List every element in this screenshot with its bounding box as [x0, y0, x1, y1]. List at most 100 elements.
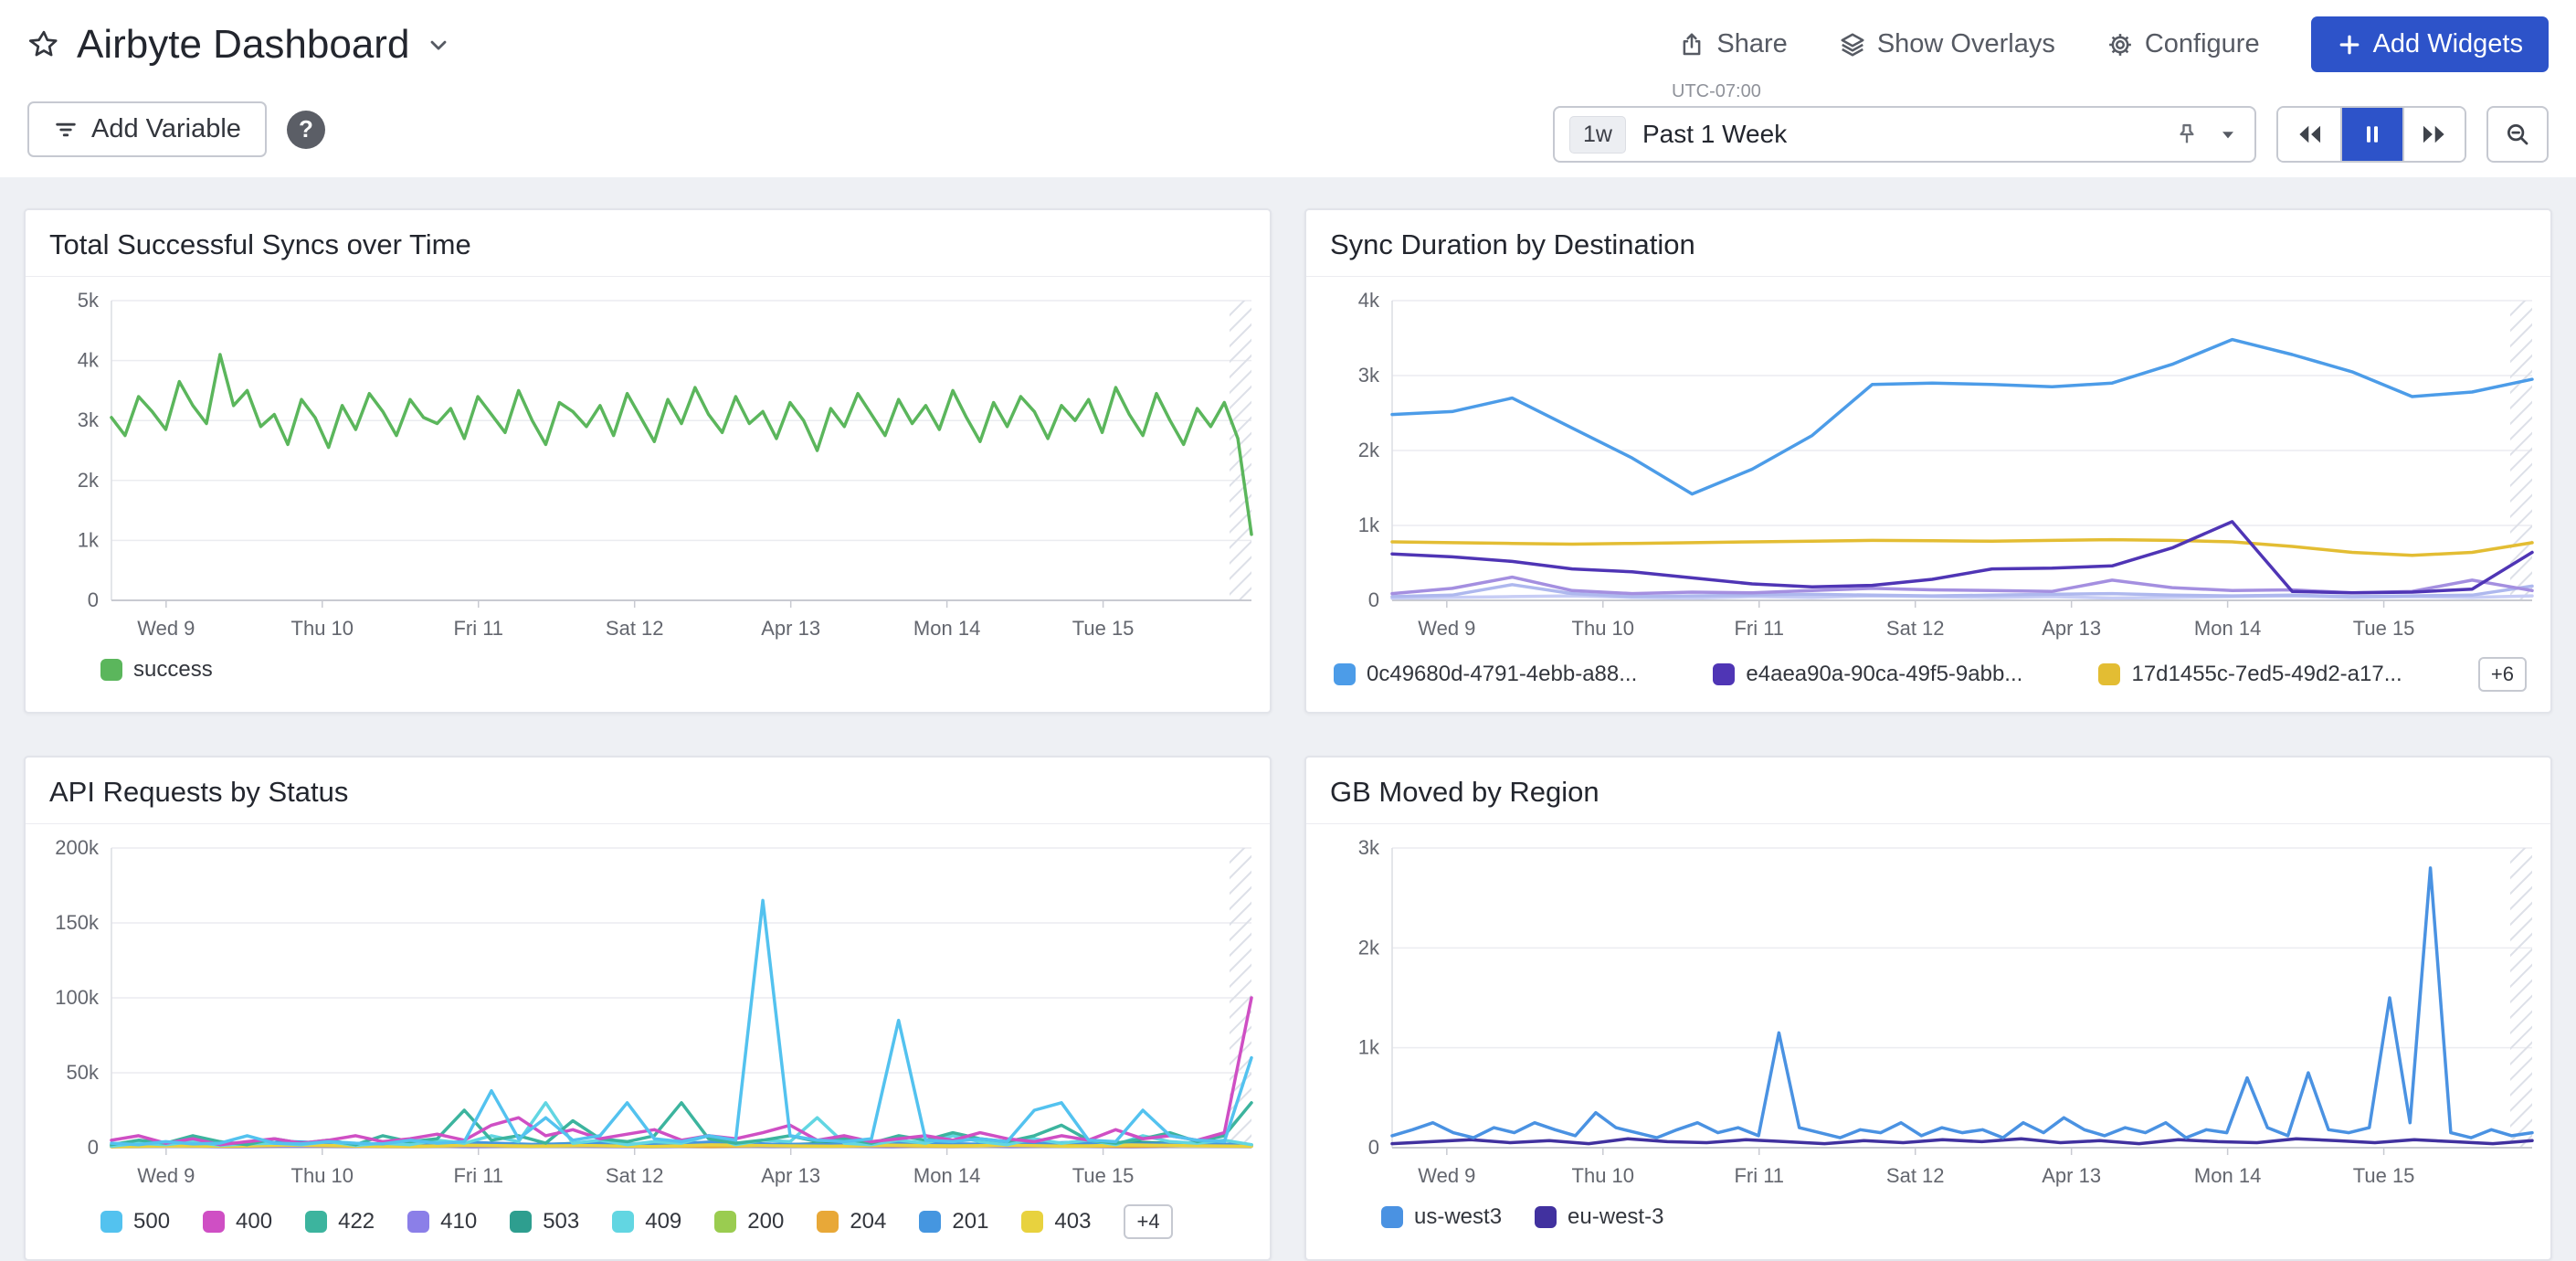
share-button[interactable]: Share: [1678, 29, 1787, 59]
legend-label: 500: [133, 1209, 170, 1235]
gear-icon: [2106, 31, 2134, 58]
chart-api-requests-by-status[interactable]: 050k100k150k200kWed 9Thu 10Fri 11Sat 12A…: [33, 833, 1257, 1192]
svg-text:Fri 11: Fri 11: [453, 1164, 503, 1187]
legend-label: 422: [338, 1209, 375, 1235]
add-variable-button[interactable]: Add Variable: [27, 101, 267, 157]
widget-title: Sync Duration by Destination: [1306, 210, 2550, 277]
legend-swatch: [100, 659, 122, 681]
legend-label: 410: [440, 1209, 477, 1235]
legend-label: 200: [747, 1209, 784, 1235]
svg-text:4k: 4k: [78, 349, 100, 372]
chart-svg: 01k2k3kWed 9Thu 10Fri 11Sat 12Apr 13Mon …: [1314, 833, 2538, 1192]
time-backward-button[interactable]: [2278, 108, 2340, 161]
page-title: Airbyte Dashboard: [77, 22, 409, 68]
legend-item[interactable]: eu-west-3: [1535, 1204, 1663, 1230]
legend-item[interactable]: 17d1455c-7ed5-49d2-a17...: [2098, 662, 2402, 687]
legend-label: 503: [543, 1209, 579, 1235]
svg-text:150k: 150k: [55, 911, 100, 934]
time-nav-group: [2276, 106, 2466, 163]
svg-text:0: 0: [88, 1136, 99, 1159]
svg-text:Fri 11: Fri 11: [453, 617, 503, 640]
chart-svg: 01k2k3k4kWed 9Thu 10Fri 11Sat 12Apr 13Mo…: [1314, 286, 2538, 644]
legend-label: success: [133, 657, 213, 683]
svg-text:2k: 2k: [1358, 439, 1380, 461]
legend-swatch: [1713, 663, 1735, 685]
legend-label: 201: [952, 1209, 988, 1235]
legend-overflow-badge[interactable]: +4: [1124, 1204, 1172, 1239]
star-icon[interactable]: [27, 28, 60, 61]
legend-item[interactable]: 403: [1021, 1209, 1091, 1235]
legend-label: 0c49680d-4791-4ebb-a88...: [1367, 662, 1637, 687]
legend-item[interactable]: 422: [305, 1209, 375, 1235]
svg-text:Thu 10: Thu 10: [1572, 617, 1635, 640]
fast-forward-icon: [2419, 119, 2450, 150]
chart-sync-duration-by-destination[interactable]: 01k2k3k4kWed 9Thu 10Fri 11Sat 12Apr 13Mo…: [1314, 286, 2538, 644]
configure-label: Configure: [2145, 29, 2260, 59]
svg-text:5k: 5k: [78, 289, 100, 312]
show-overlays-button[interactable]: Show Overlays: [1839, 29, 2055, 59]
widget-title: Total Successful Syncs over Time: [26, 210, 1270, 277]
time-range-badge[interactable]: 1w: [1569, 116, 1626, 154]
legend-item[interactable]: 500: [100, 1209, 170, 1235]
add-widgets-button[interactable]: Add Widgets: [2311, 16, 2549, 72]
legend-swatch: [510, 1211, 532, 1233]
svg-text:100k: 100k: [55, 986, 100, 1009]
legend-item[interactable]: 400: [203, 1209, 272, 1235]
time-range-label: Past 1 Week: [1642, 120, 2158, 149]
legend-item[interactable]: 0c49680d-4791-4ebb-a88...: [1334, 662, 1637, 687]
svg-text:4k: 4k: [1358, 289, 1380, 312]
svg-text:Sat 12: Sat 12: [606, 617, 664, 640]
legend-swatch: [1021, 1211, 1043, 1233]
svg-text:1k: 1k: [1358, 1036, 1380, 1059]
chevron-down-icon[interactable]: [426, 32, 451, 58]
svg-text:Tue 15: Tue 15: [2353, 1164, 2415, 1187]
chart-legend: us-west3 eu-west-3: [1306, 1192, 2550, 1250]
svg-text:0: 0: [1368, 1136, 1379, 1159]
svg-text:Wed 9: Wed 9: [137, 1164, 195, 1187]
legend-label: 17d1455c-7ed5-49d2-a17...: [2131, 662, 2402, 687]
legend-item[interactable]: e4aea90a-90ca-49f5-9abb...: [1713, 662, 2022, 687]
svg-text:200k: 200k: [55, 836, 100, 859]
svg-text:Thu 10: Thu 10: [1572, 1164, 1635, 1187]
zoom-out-button[interactable]: [2486, 106, 2549, 163]
widget-grid: Total Successful Syncs over Time 0 1k 2k 3k…: [0, 177, 2576, 1261]
svg-text:Tue 15: Tue 15: [1072, 1164, 1135, 1187]
legend-item[interactable]: 503: [510, 1209, 579, 1235]
legend-label: 409: [645, 1209, 681, 1235]
chevron-down-icon[interactable]: [2216, 122, 2240, 146]
svg-text:Sat 12: Sat 12: [606, 1164, 664, 1187]
legend-item[interactable]: us-west3: [1381, 1204, 1502, 1230]
legend-overflow-badge[interactable]: +6: [2478, 657, 2527, 692]
widget-api-requests-by-status: API Requests by Status 050k100k150k200kW…: [24, 756, 1272, 1261]
svg-text:Wed 9: Wed 9: [1418, 617, 1475, 640]
plus-icon: [2337, 32, 2362, 58]
legend-swatch: [100, 1211, 122, 1233]
pause-refresh-button[interactable]: [2340, 108, 2402, 161]
legend-item[interactable]: 410: [407, 1209, 477, 1235]
svg-text:0: 0: [88, 588, 99, 611]
legend-swatch: [817, 1211, 839, 1233]
configure-button[interactable]: Configure: [2106, 29, 2260, 59]
legend-item[interactable]: 409: [612, 1209, 681, 1235]
svg-text:Apr 13: Apr 13: [761, 617, 820, 640]
legend-swatch: [1381, 1206, 1403, 1228]
help-icon[interactable]: ?: [287, 111, 325, 149]
legend-swatch: [1535, 1206, 1557, 1228]
time-forward-button[interactable]: [2402, 108, 2465, 161]
chart-gb-moved-by-region[interactable]: 01k2k3kWed 9Thu 10Fri 11Sat 12Apr 13Mon …: [1314, 833, 2538, 1192]
svg-text:Apr 13: Apr 13: [2042, 617, 2101, 640]
legend-item[interactable]: 200: [714, 1209, 784, 1235]
chart-total-successful-syncs[interactable]: 01k2k3k4k5kWed 9Thu 10Fri 11Sat 12Apr 13…: [33, 286, 1257, 644]
pause-icon: [2359, 121, 2386, 148]
legend-label: us-west3: [1414, 1204, 1502, 1230]
svg-text:3k: 3k: [78, 408, 100, 431]
pin-icon[interactable]: [2174, 122, 2200, 147]
time-range-picker[interactable]: 1w Past 1 Week: [1553, 106, 2256, 163]
widget-sync-duration-by-destination: Sync Duration by Destination 01k2k3k4kWe…: [1304, 208, 2552, 714]
legend-swatch: [407, 1211, 429, 1233]
widget-gb-moved-by-region: GB Moved by Region 01k2k3kWed 9Thu 10Fri…: [1304, 756, 2552, 1261]
legend-item[interactable]: success: [100, 657, 213, 683]
zoom-out-icon: [2504, 121, 2531, 148]
legend-item[interactable]: 201: [919, 1209, 988, 1235]
legend-item[interactable]: 204: [817, 1209, 886, 1235]
